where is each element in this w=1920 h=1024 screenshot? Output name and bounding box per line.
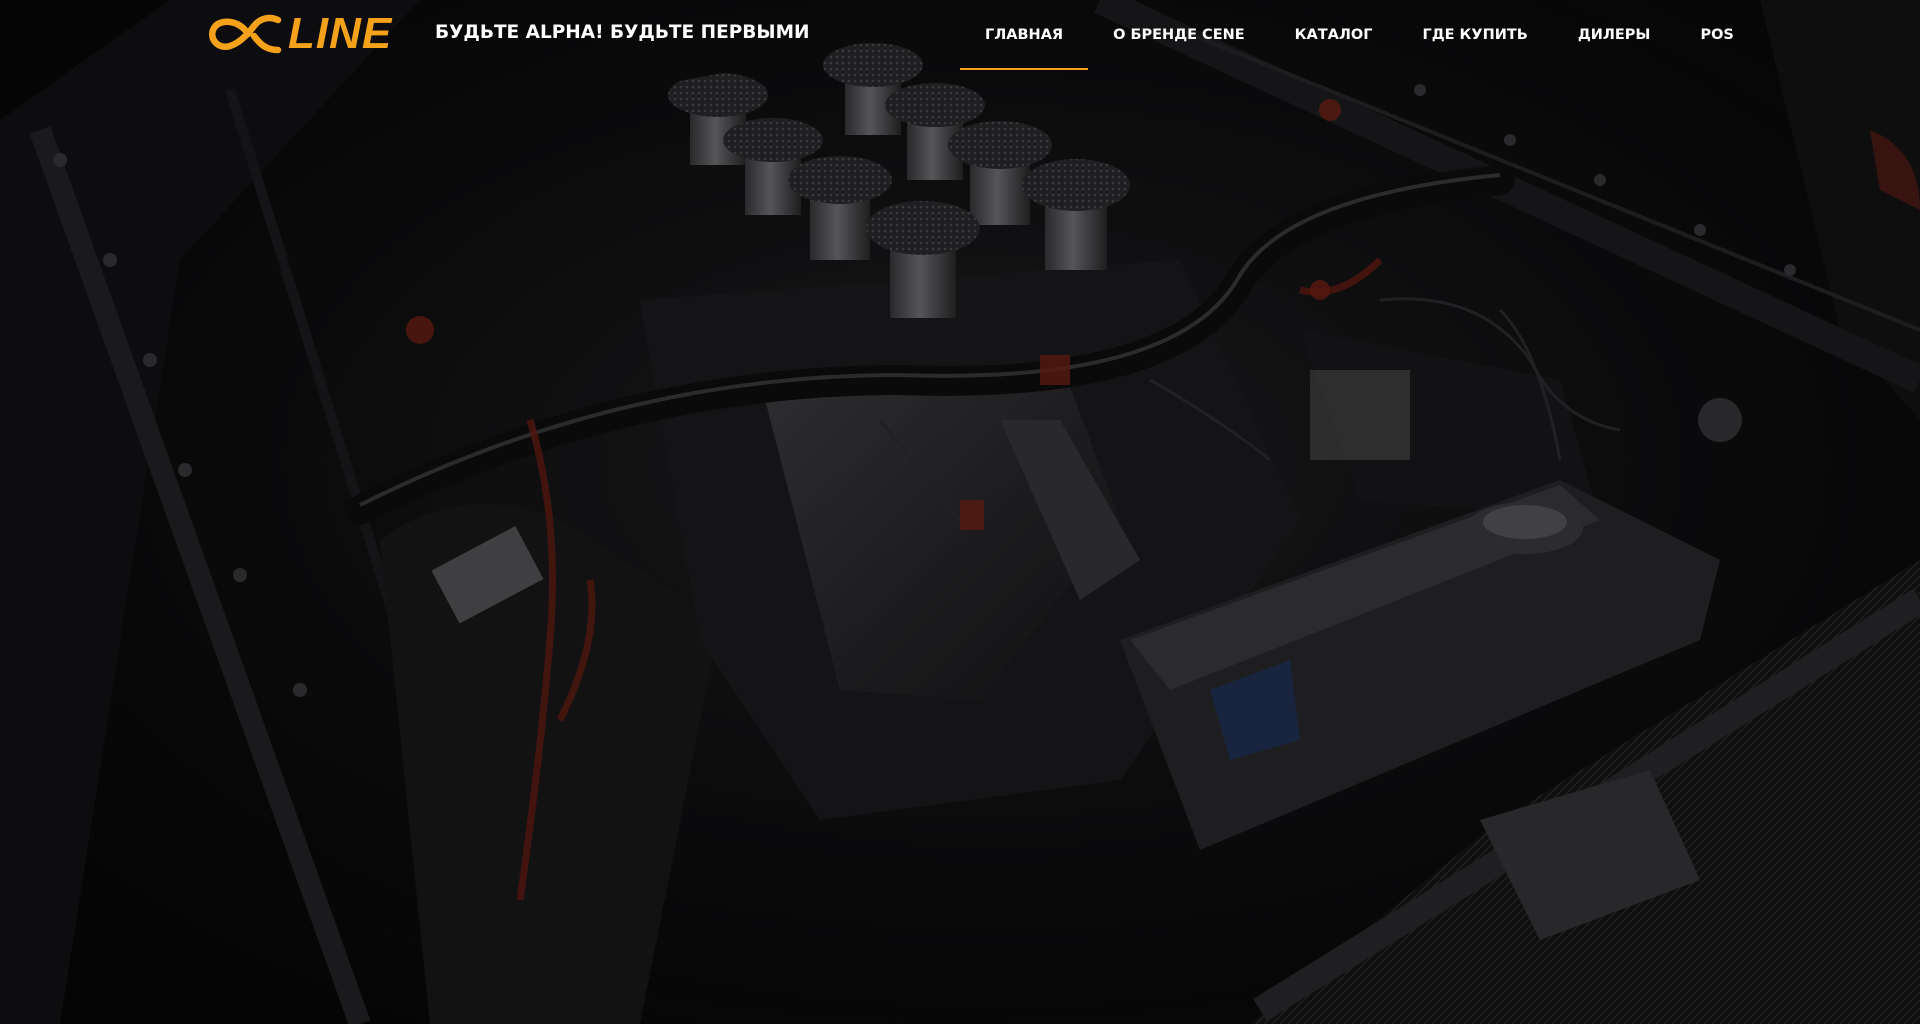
hero-engine-image: [0, 0, 1920, 1024]
nav-item-about-brand[interactable]: О БРЕНДЕ CENE: [1088, 0, 1270, 70]
nav-item-pos[interactable]: POS: [1675, 0, 1758, 70]
brand-logo[interactable]: LINE: [204, 12, 404, 56]
logo-text: LINE: [288, 9, 393, 58]
nav-item-where-to-buy[interactable]: ГДЕ КУПИТЬ: [1397, 0, 1552, 70]
site-header: LINE БУДЬТЕ ALPHA! БУДЬТЕ ПЕРВЫМИ ГЛАВНА…: [0, 0, 1920, 70]
alpha-logo-icon: [209, 14, 282, 54]
site-slogan: БУДЬТЕ ALPHA! БУДЬТЕ ПЕРВЫМИ: [435, 22, 810, 43]
page: LINE БУДЬТЕ ALPHA! БУДЬТЕ ПЕРВЫМИ ГЛАВНА…: [0, 0, 1920, 1024]
nav-item-home[interactable]: ГЛАВНАЯ: [960, 0, 1089, 70]
nav-item-dealers[interactable]: ДИЛЕРЫ: [1553, 0, 1676, 70]
main-nav: ГЛАВНАЯ О БРЕНДЕ CENE КАТАЛОГ ГДЕ КУПИТЬ…: [960, 0, 1759, 70]
nav-item-catalog[interactable]: КАТАЛОГ: [1270, 0, 1398, 70]
